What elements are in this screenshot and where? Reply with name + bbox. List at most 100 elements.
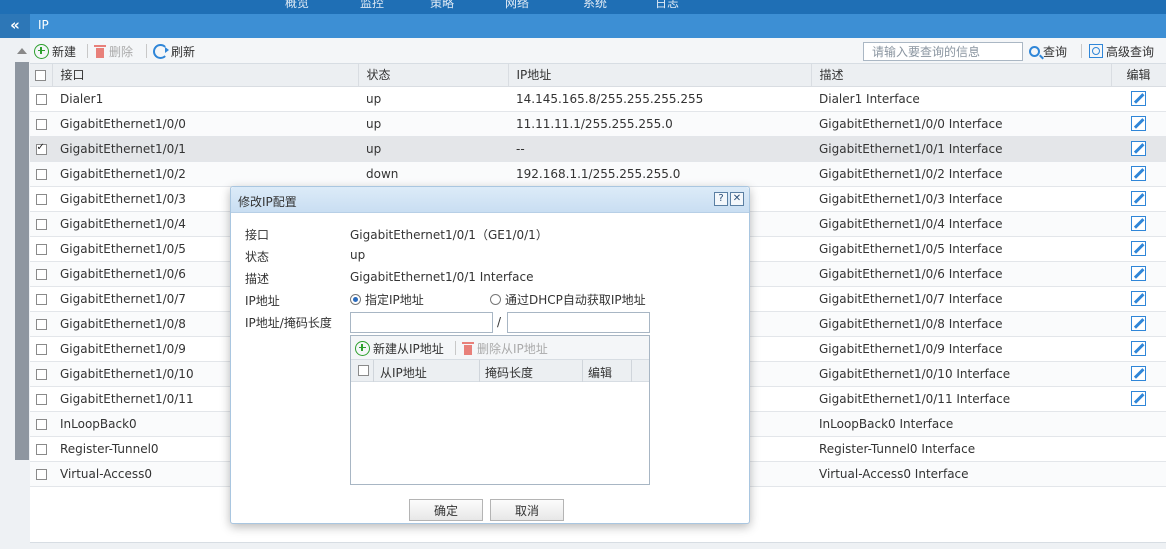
row-checkbox[interactable] xyxy=(35,142,47,155)
nav-item-monitor[interactable]: 监控 xyxy=(360,0,384,11)
ip-mask-separator: / xyxy=(497,315,502,329)
row-checkbox-cell[interactable] xyxy=(30,436,52,462)
row-checkbox-cell[interactable] xyxy=(30,86,52,112)
row-checkbox[interactable] xyxy=(35,343,47,355)
cell-edit xyxy=(1111,86,1166,112)
row-checkbox[interactable] xyxy=(35,318,47,330)
row-checkbox[interactable] xyxy=(35,468,47,480)
edit-icon[interactable] xyxy=(1131,241,1146,256)
edit-icon[interactable] xyxy=(1131,341,1146,356)
edit-icon[interactable] xyxy=(1131,116,1146,131)
row-checkbox[interactable] xyxy=(35,193,47,205)
row-checkbox[interactable] xyxy=(35,268,47,280)
cell-interface: GigabitEthernet1/0/2 xyxy=(52,161,358,187)
row-checkbox-cell[interactable] xyxy=(30,411,52,437)
page-title: IP xyxy=(38,18,49,32)
cell-edit xyxy=(1111,461,1166,487)
table-row[interactable]: GigabitEthernet1/0/0 up 11.11.11.1/255.255… xyxy=(30,111,1166,137)
delete-button[interactable]: 删除 xyxy=(94,43,133,59)
row-checkbox[interactable] xyxy=(35,243,47,255)
advanced-query-button[interactable]: 高级查询 xyxy=(1089,43,1154,59)
row-checkbox-cell[interactable] xyxy=(30,211,52,237)
edit-icon[interactable] xyxy=(1131,391,1146,406)
column-header-ip[interactable]: IP地址 xyxy=(508,64,812,87)
nav-item-system[interactable]: 系统 xyxy=(583,0,607,11)
collapse-sidebar-button[interactable]: « xyxy=(0,14,30,38)
delete-secondary-ip-button[interactable]: 删除从IP地址 xyxy=(462,340,548,356)
nav-item-overview[interactable]: 概览 xyxy=(285,0,309,11)
help-icon[interactable]: ? xyxy=(714,192,728,206)
ip-address-input[interactable] xyxy=(350,312,493,333)
radio-dhcp-ip[interactable]: 通过DHCP自动获取IP地址 xyxy=(490,291,646,308)
select-all-checkbox-cell[interactable] xyxy=(30,64,53,87)
radio-static-ip[interactable]: 指定IP地址 xyxy=(350,291,424,308)
row-checkbox[interactable] xyxy=(35,293,47,305)
vertical-scrollbar-thumb[interactable] xyxy=(15,62,29,460)
row-checkbox-cell[interactable] xyxy=(30,136,52,162)
row-checkbox-cell[interactable] xyxy=(30,261,52,287)
row-checkbox-cell[interactable] xyxy=(30,461,52,487)
edit-icon[interactable] xyxy=(1131,216,1146,231)
row-checkbox-cell[interactable] xyxy=(30,186,52,212)
column-header-mask-length[interactable]: 掩码长度 xyxy=(485,364,533,381)
table-row[interactable]: GigabitEthernet1/0/2 down 192.168.1.1/255.… xyxy=(30,161,1166,187)
new-secondary-ip-button[interactable]: 新建从IP地址 xyxy=(355,340,444,356)
interface-label: 接口 xyxy=(245,228,270,242)
row-checkbox[interactable] xyxy=(35,168,47,180)
cancel-button[interactable]: 取消 xyxy=(490,499,564,521)
row-checkbox-cell[interactable] xyxy=(30,336,52,362)
cell-description: GigabitEthernet1/0/5 Interface xyxy=(811,236,1111,262)
new-button[interactable]: 新建 xyxy=(34,43,76,59)
column-divider xyxy=(373,360,374,382)
column-header-secondary-ip[interactable]: 从IP地址 xyxy=(380,364,427,381)
row-checkbox-cell[interactable] xyxy=(30,286,52,312)
nav-item-network[interactable]: 网络 xyxy=(505,0,529,11)
refresh-button[interactable]: 刷新 xyxy=(153,43,195,59)
row-checkbox[interactable] xyxy=(35,418,47,430)
secondary-select-all-checkbox[interactable] xyxy=(358,365,369,376)
row-checkbox-cell[interactable] xyxy=(30,386,52,412)
table-row[interactable]: Dialer1 up 14.145.165.8/255.255.255.255 Dia… xyxy=(30,86,1166,112)
top-navigation: 概览 监控 策略 网络 系统 日志 xyxy=(0,0,1166,14)
close-icon[interactable]: ✕ xyxy=(730,192,744,206)
edit-icon[interactable] xyxy=(1131,291,1146,306)
row-checkbox[interactable] xyxy=(35,218,47,230)
row-checkbox[interactable] xyxy=(35,368,47,380)
row-checkbox-cell[interactable] xyxy=(30,111,52,137)
query-button[interactable]: 查询 xyxy=(1029,43,1067,59)
row-checkbox-cell[interactable] xyxy=(30,361,52,387)
row-checkbox[interactable] xyxy=(35,393,47,405)
column-header-description[interactable]: 描述 xyxy=(811,64,1112,87)
row-checkbox[interactable] xyxy=(35,118,47,130)
cell-interface: Dialer1 xyxy=(52,86,358,112)
radio-dhcp-ip-indicator[interactable] xyxy=(490,294,501,305)
row-checkbox[interactable] xyxy=(35,443,47,455)
edit-icon[interactable] xyxy=(1131,141,1146,156)
row-checkbox-cell[interactable] xyxy=(30,161,52,187)
status-value: up xyxy=(350,248,366,262)
mask-length-input[interactable] xyxy=(507,312,650,333)
nav-item-log[interactable]: 日志 xyxy=(655,0,679,11)
edit-icon[interactable] xyxy=(1131,316,1146,331)
nav-item-policy[interactable]: 策略 xyxy=(430,0,454,11)
new-secondary-ip-label: 新建从IP地址 xyxy=(373,341,444,356)
edit-icon[interactable] xyxy=(1131,191,1146,206)
row-checkbox-cell[interactable] xyxy=(30,311,52,337)
ok-button[interactable]: 确定 xyxy=(409,499,483,521)
column-header-interface[interactable]: 接口 xyxy=(52,64,359,87)
scroll-up-arrow-icon[interactable] xyxy=(17,48,27,54)
radio-static-ip-indicator[interactable] xyxy=(350,294,361,305)
cell-edit xyxy=(1111,311,1166,337)
row-checkbox-cell[interactable] xyxy=(30,236,52,262)
column-header-status[interactable]: 状态 xyxy=(358,64,509,87)
edit-icon[interactable] xyxy=(1131,166,1146,181)
edit-icon[interactable] xyxy=(1131,366,1146,381)
select-all-checkbox[interactable] xyxy=(35,69,47,81)
cell-status: up xyxy=(358,136,508,162)
row-checkbox[interactable] xyxy=(35,93,47,105)
edit-icon[interactable] xyxy=(1131,266,1146,281)
edit-icon[interactable] xyxy=(1131,91,1146,106)
status-label: 状态 xyxy=(245,250,270,264)
table-row[interactable]: GigabitEthernet1/0/1up--GigabitEthernet1… xyxy=(30,136,1166,162)
search-input[interactable] xyxy=(863,42,1023,61)
